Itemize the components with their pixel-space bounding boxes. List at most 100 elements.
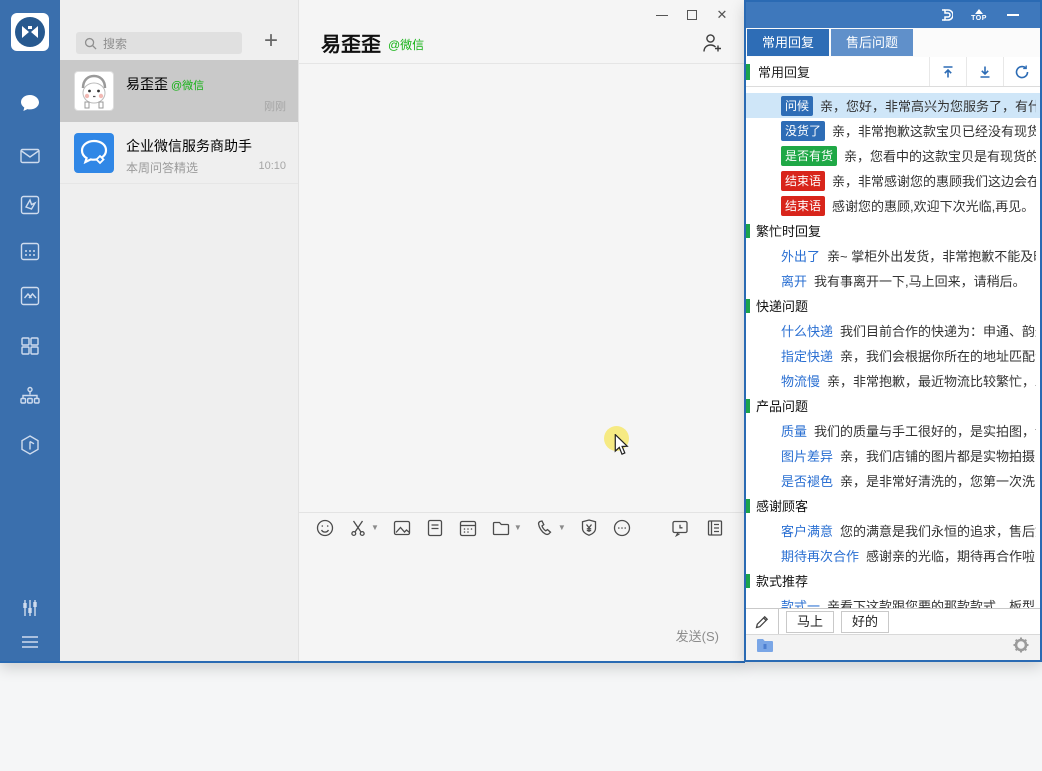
calendar-icon[interactable] xyxy=(0,233,60,269)
screenshot-dropdown-caret[interactable]: ▼ xyxy=(371,523,379,532)
reply-tag: 外出了 xyxy=(781,246,820,265)
phone-icon[interactable]: ▼ xyxy=(535,518,566,538)
reply-text: 亲，您看中的这款宝贝是有现货的呢... xyxy=(844,146,1036,165)
reply-tag: 客户满意 xyxy=(781,521,833,540)
note-icon[interactable] xyxy=(425,518,445,538)
more-icon[interactable] xyxy=(612,518,632,538)
reply-item[interactable]: 期待再次合作感谢亲的光临，期待再合作啦!, ... xyxy=(746,543,1040,568)
folder-blue-icon[interactable] xyxy=(756,637,774,658)
reply-tag: 没货了 xyxy=(781,121,825,141)
section-title: 常用回复 xyxy=(758,62,929,81)
quick-phrase-1[interactable]: 马上 xyxy=(786,611,834,633)
top-pin-icon[interactable]: TOP xyxy=(962,2,996,28)
workbench-icon[interactable] xyxy=(0,328,60,364)
reply-group-header[interactable]: 繁忙时回复 xyxy=(746,218,1040,243)
reply-group-header[interactable]: 快递问题 xyxy=(746,293,1040,318)
magnet-icon[interactable] xyxy=(928,2,962,28)
reply-group-header[interactable]: 产品问题 xyxy=(746,393,1040,418)
app-sidebar xyxy=(0,0,60,663)
tab-common-replies[interactable]: 常用回复 xyxy=(747,29,829,56)
reply-item[interactable]: 质量我们的质量与手工很好的，是实拍图，请... xyxy=(746,418,1040,443)
app-logo-emblem xyxy=(15,17,45,47)
refresh-icon[interactable] xyxy=(1003,57,1040,86)
reply-tag: 期待再次合作 xyxy=(781,546,859,565)
chat-item-badge: @微信 xyxy=(171,80,204,92)
reply-item[interactable]: 是否褪色亲，是非常好清洗的，您第一次洗的... xyxy=(746,468,1040,493)
reply-item[interactable]: 没货了亲，非常抱歉这款宝贝已经没有现货了... xyxy=(746,118,1040,143)
reply-item[interactable]: 问候亲，您好，非常高兴为您服务了，有什么... xyxy=(746,93,1040,118)
scroll-top-icon[interactable] xyxy=(929,57,966,86)
reply-item[interactable]: 客户满意您的满意是我们永恒的追求，售后如... xyxy=(746,518,1040,543)
add-member-icon[interactable] xyxy=(701,32,723,59)
scroll-bottom-icon[interactable] xyxy=(966,57,1003,86)
group-marker xyxy=(746,224,750,238)
filter-icon[interactable] xyxy=(0,590,60,626)
tab-aftersale-questions[interactable]: 售后问题 xyxy=(831,29,913,56)
group-marker xyxy=(746,299,750,313)
reply-item[interactable]: 指定快递亲，我们会根据你所在的地址匹配合... xyxy=(746,343,1040,368)
chat-main-panel: ✕ 易歪歪@微信 ▼ ▼ ▼ xyxy=(298,0,745,661)
reply-item[interactable]: 图片差异亲，我们店铺的图片都是实物拍摄的... xyxy=(746,443,1040,468)
quick-send-bar: 马上 好的 xyxy=(746,608,1040,634)
reply-text: 亲，是非常好清洗的，您第一次洗的... xyxy=(840,471,1036,490)
reply-tag: 图片差异 xyxy=(781,446,833,465)
schedule-icon[interactable] xyxy=(458,518,478,538)
wechat-work-window: 搜索 + 易歪歪@微信刚刚企业微信服务商助手本周问答精选10:10 ✕ 易歪歪@… xyxy=(0,0,745,663)
reply-group-header[interactable]: 款式推荐 xyxy=(746,568,1040,593)
reply-item[interactable]: 结束语亲，非常感谢您的惠顾我们这边会在第... xyxy=(746,168,1040,193)
reply-text: 亲，我们会根据你所在的地址匹配合... xyxy=(840,346,1036,365)
panel-tabs: 常用回复 售后问题 xyxy=(746,28,1040,57)
chat-icon[interactable] xyxy=(0,86,60,122)
screenshot-icon[interactable]: ▼ xyxy=(348,518,379,538)
image-icon[interactable] xyxy=(392,518,412,538)
reply-item[interactable]: 结束语感谢您的惠顾,欢迎下次光临,再见。 xyxy=(746,193,1040,218)
search-input[interactable]: 搜索 xyxy=(76,32,242,54)
chat-item-name: 易歪歪@微信 xyxy=(126,74,204,94)
docs-icon[interactable] xyxy=(0,187,60,223)
reply-text: 我有事离开一下,马上回来，请稍后。 xyxy=(814,271,1026,290)
reply-item[interactable]: 外出了亲~ 掌柜外出发货，非常抱歉不能及时... xyxy=(746,243,1040,268)
group-title: 产品问题 xyxy=(756,396,808,415)
reply-text: 亲，您好，非常高兴为您服务了，有什么... xyxy=(820,96,1036,115)
chat-title-badge: @微信 xyxy=(388,38,424,52)
pencil-icon[interactable] xyxy=(746,609,779,634)
panel-section-header: 常用回复 xyxy=(746,57,1040,87)
folder-dropdown-caret[interactable]: ▼ xyxy=(514,523,522,532)
reply-item[interactable]: 离开我有事离开一下,马上回来，请稍后。 xyxy=(746,268,1040,293)
reply-text: 亲，我们店铺的图片都是实物拍摄的... xyxy=(840,446,1036,465)
reply-item[interactable]: 什么快递我们目前合作的快递为：申通、韵达... xyxy=(746,318,1040,343)
reply-item[interactable]: 款式一亲看下这款跟您要的那款款式，板型上... xyxy=(746,593,1040,608)
group-title: 繁忙时回复 xyxy=(756,221,821,240)
contacts-icon[interactable] xyxy=(0,378,60,414)
cartoon-avatar xyxy=(74,71,114,111)
folder-icon[interactable]: ▼ xyxy=(491,518,522,538)
chat-item-time: 10:10 xyxy=(258,160,286,172)
phone-dropdown-caret[interactable]: ▼ xyxy=(558,523,566,532)
chat-item-preview: 本周问答精选 xyxy=(126,159,198,176)
mail-icon[interactable] xyxy=(0,138,60,174)
chat-history-icon[interactable] xyxy=(670,518,690,538)
apps-icon[interactable] xyxy=(0,427,60,463)
article-icon[interactable] xyxy=(705,518,725,538)
group-marker xyxy=(746,399,750,413)
emoji-icon[interactable] xyxy=(315,518,335,538)
add-chat-button[interactable]: + xyxy=(256,24,286,58)
gear-icon[interactable] xyxy=(1012,636,1030,659)
payment-icon[interactable] xyxy=(579,518,599,538)
chat-list-item[interactable]: 企业微信服务商助手本周问答精选10:10 xyxy=(60,122,298,184)
reply-item[interactable]: 物流慢亲，非常抱歉，最近物流比较繁忙，发... xyxy=(746,368,1040,393)
quick-reply-panel: TOP 常用回复 售后问题 常用回复 问候亲，您好，非常高兴为您服务了，有什么.… xyxy=(744,0,1042,662)
reply-tag: 问候 xyxy=(781,96,813,116)
send-button[interactable]: 发送(S) xyxy=(676,626,719,645)
reply-tag: 是否有货 xyxy=(781,146,837,166)
chat-list-item[interactable]: 易歪歪@微信刚刚 xyxy=(60,60,298,122)
reply-item[interactable]: 是否有货亲，您看中的这款宝贝是有现货的呢... xyxy=(746,143,1040,168)
desktop: 搜索 + 易歪歪@微信刚刚企业微信服务商助手本周问答精选10:10 ✕ 易歪歪@… xyxy=(0,0,1042,771)
reply-group-header[interactable]: 感谢顾客 xyxy=(746,493,1040,518)
menu-icon[interactable] xyxy=(0,624,60,660)
drive-icon[interactable] xyxy=(0,278,60,314)
section-marker xyxy=(746,64,750,80)
group-marker xyxy=(746,574,750,588)
quick-phrase-2[interactable]: 好的 xyxy=(841,611,889,633)
panel-minimize-icon[interactable] xyxy=(996,2,1030,28)
